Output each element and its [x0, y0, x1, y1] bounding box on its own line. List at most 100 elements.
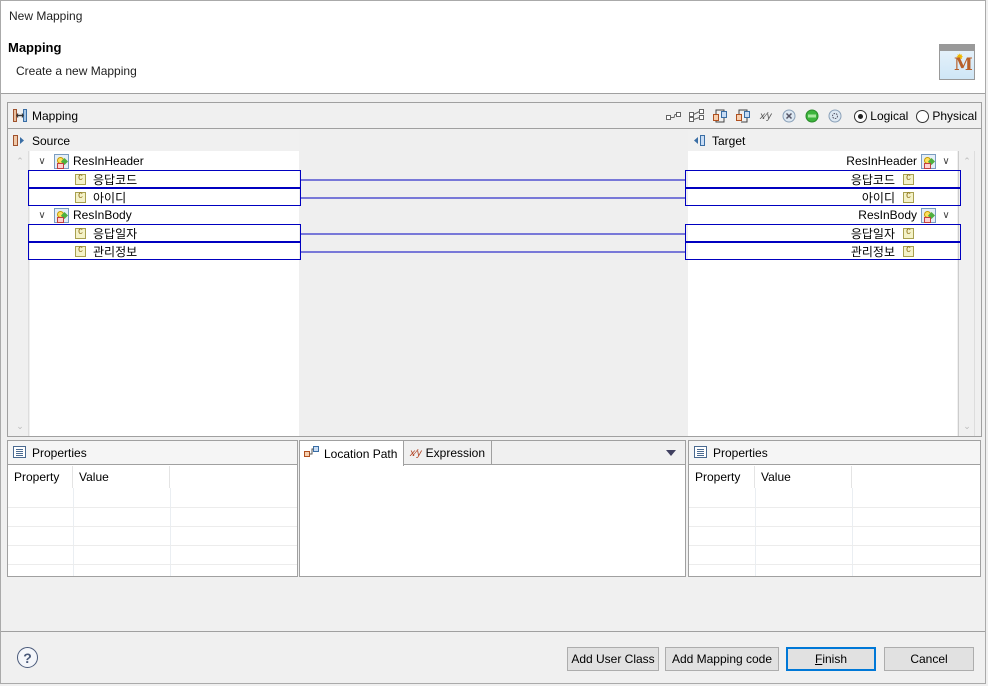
properties-icon	[13, 446, 26, 458]
mapping-editor: Mapping x⁄y Logical Physical Source Targ…	[7, 102, 982, 437]
field-name: 아이디	[861, 190, 895, 205]
field-name: 관리정보	[93, 244, 138, 259]
logical-radio[interactable]: Logical	[854, 109, 908, 123]
group-name: ResInBody	[858, 208, 917, 222]
group-icon	[921, 153, 936, 169]
mapping-title: Mapping	[32, 109, 79, 123]
status-ok-icon[interactable]	[800, 106, 823, 126]
properties-title: Properties	[32, 446, 87, 460]
source-field-row[interactable]: C 아이디	[28, 188, 301, 206]
mapping-wizard-banner-icon: ✸ M	[939, 44, 975, 80]
help-icon[interactable]: ?	[17, 647, 38, 668]
target-group-row[interactable]: ResInHeader ∨	[688, 152, 956, 170]
clear-mapping-icon[interactable]	[777, 106, 800, 126]
source-group-row[interactable]: ∨ ResInBody	[32, 206, 298, 224]
source-properties-table: Property Value	[8, 466, 297, 576]
table-row	[689, 526, 980, 545]
footer-separator	[1, 631, 985, 632]
column-header-value[interactable]: Value	[73, 466, 170, 488]
physical-radio[interactable]: Physical	[916, 109, 977, 123]
tab-label: Location Path	[324, 446, 398, 461]
physical-radio-indicator[interactable]	[916, 109, 930, 123]
class-field-icon: C	[903, 173, 914, 185]
source-icon	[13, 135, 24, 146]
scroll-down-icon[interactable]: ⌄	[962, 422, 972, 431]
class-field-icon: C	[75, 245, 86, 257]
scroll-up-icon[interactable]: ⌃	[15, 157, 25, 166]
source-scrollbar[interactable]: ⌃ ⌄	[12, 151, 29, 436]
field-name: 응답코드	[93, 172, 138, 187]
target-field-row[interactable]: 응답코드 C	[685, 170, 961, 188]
map-left-icon[interactable]	[708, 106, 731, 126]
map-right-icon[interactable]	[731, 106, 754, 126]
properties-title: Properties	[713, 446, 768, 460]
field-name: 응답코드	[850, 172, 895, 187]
finish-mnemonic: F	[814, 652, 823, 666]
class-field-icon: C	[75, 227, 86, 239]
table-row	[689, 545, 980, 564]
table-row	[689, 507, 980, 526]
column-header-property[interactable]: Property	[8, 466, 73, 488]
class-field-icon: C	[903, 227, 914, 239]
page-description: Create a new Mapping	[16, 64, 137, 78]
source-field-row[interactable]: C 응답일자	[28, 224, 301, 242]
add-user-class-button[interactable]: Add User Class	[567, 647, 659, 671]
source-header: Source	[12, 130, 298, 150]
scroll-up-icon[interactable]: ⌃	[962, 157, 972, 166]
column-header-value[interactable]: Value	[755, 466, 852, 488]
chevron-down-icon[interactable]: ∨	[940, 209, 952, 221]
target-properties-header: Properties	[689, 441, 980, 465]
group-name: ResInHeader	[73, 154, 144, 168]
group-icon	[54, 153, 69, 169]
tab-label: Expression	[425, 446, 486, 460]
new-mapping-dialog: New Mapping Mapping Create a new Mapping…	[0, 0, 986, 684]
target-properties-panel: Properties Property Value	[688, 440, 981, 577]
finish-button[interactable]: Finish	[786, 647, 876, 671]
scroll-down-icon[interactable]: ⌄	[15, 422, 25, 431]
table-row	[689, 564, 980, 583]
tab-expression[interactable]: x⁄y Expression	[406, 441, 493, 465]
group-icon	[921, 207, 936, 223]
column-header-property[interactable]: Property	[689, 466, 755, 488]
chevron-down-icon[interactable]: ∨	[36, 155, 48, 167]
cancel-button[interactable]: Cancel	[884, 647, 974, 671]
expression-icon[interactable]: x⁄y	[754, 106, 777, 126]
mapping-toolbar: x⁄y Logical Physical	[662, 106, 977, 126]
target-icon	[694, 135, 705, 146]
auto-map-all-icon[interactable]	[685, 106, 708, 126]
target-group-row[interactable]: ResInBody ∨	[688, 206, 956, 224]
properties-icon	[694, 446, 707, 458]
source-group-row[interactable]: ∨ ResInHeader	[32, 152, 298, 170]
field-name: 아이디	[93, 190, 127, 205]
source-properties-header: Properties	[8, 441, 297, 465]
tab-strip: Location Path x⁄y Expression	[300, 441, 685, 466]
class-field-icon: C	[75, 191, 86, 203]
group-name: ResInHeader	[846, 154, 917, 168]
logical-radio-indicator[interactable]	[854, 109, 868, 123]
source-field-row[interactable]: C 관리정보	[28, 242, 301, 260]
target-field-row[interactable]: 관리정보 C	[685, 242, 961, 260]
group-name: ResInBody	[73, 208, 132, 222]
finish-label: inish	[822, 652, 848, 666]
target-header: Target	[692, 130, 972, 150]
chevron-down-icon[interactable]: ∨	[940, 155, 952, 167]
center-tab-folder: Location Path x⁄y Expression	[299, 440, 686, 577]
target-field-row[interactable]: 아이디 C	[685, 188, 961, 206]
chevron-down-icon[interactable]: ∨	[36, 209, 48, 221]
add-mapping-code-button[interactable]: Add Mapping code	[665, 647, 779, 671]
location-path-icon	[304, 446, 320, 461]
source-field-row[interactable]: C 응답코드	[28, 170, 301, 188]
table-row	[8, 526, 297, 545]
mapping-header: Mapping x⁄y Logical Physical	[8, 103, 981, 129]
source-properties-panel: Properties Property Value	[7, 440, 298, 577]
tab-list-dropdown-icon[interactable]	[666, 450, 676, 456]
target-field-row[interactable]: 응답일자 C	[685, 224, 961, 242]
page-title: Mapping	[8, 40, 62, 55]
class-field-icon: C	[903, 191, 914, 203]
auto-map-icon[interactable]	[662, 106, 685, 126]
class-field-icon: C	[75, 173, 86, 185]
class-field-icon: C	[903, 245, 914, 257]
tab-location-path[interactable]: Location Path	[300, 441, 405, 466]
settings-icon[interactable]	[823, 106, 846, 126]
field-name: 응답일자	[93, 226, 138, 241]
